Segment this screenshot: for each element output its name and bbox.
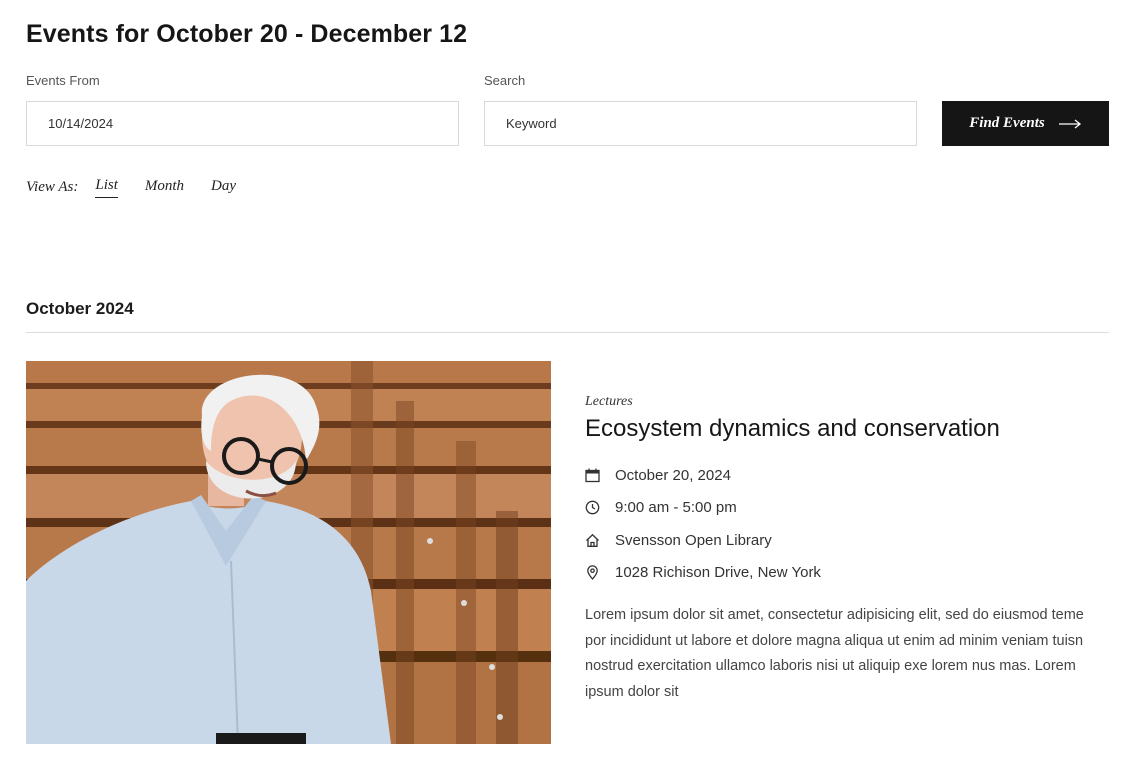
event-venue-row: Svensson Open Library [584,532,772,549]
month-divider [26,332,1109,333]
search-label: Search [484,73,526,88]
event-category[interactable]: Lectures [585,394,633,410]
view-list-link[interactable]: List [95,177,118,198]
events-from-label: Events From [26,73,100,88]
clock-icon [584,500,600,516]
event-address-row: 1028 Richison Drive, New York [584,564,821,581]
calendar-icon [584,468,600,484]
event-time-row: 9:00 am - 5:00 pm [584,499,737,516]
event-address: 1028 Richison Drive, New York [615,564,821,581]
events-from-date-input[interactable] [26,101,459,146]
home-icon [584,533,600,549]
map-pin-icon [584,565,600,581]
event-photo[interactable] [26,361,551,744]
event-date-row: October 20, 2024 [584,467,731,484]
event-description: Lorem ipsum dolor sit amet, consectetur … [585,607,1084,700]
event-title[interactable]: Ecosystem dynamics and conservation [585,415,1000,443]
view-switcher: View As: List Month Day [26,177,263,198]
find-events-button[interactable]: Find Events [942,101,1109,146]
search-input[interactable] [484,101,917,146]
view-month-link[interactable]: Month [145,178,184,198]
event-date: October 20, 2024 [615,467,731,484]
page-title: Events for October 20 - December 12 [26,20,468,48]
view-day-link[interactable]: Day [211,178,236,198]
arrow-right-icon [1058,118,1082,129]
view-as-label: View As: [26,179,79,195]
month-heading: October 2024 [26,299,134,318]
find-events-label: Find Events [969,115,1045,131]
event-venue[interactable]: Svensson Open Library [615,532,772,549]
event-time: 9:00 am - 5:00 pm [615,499,737,516]
